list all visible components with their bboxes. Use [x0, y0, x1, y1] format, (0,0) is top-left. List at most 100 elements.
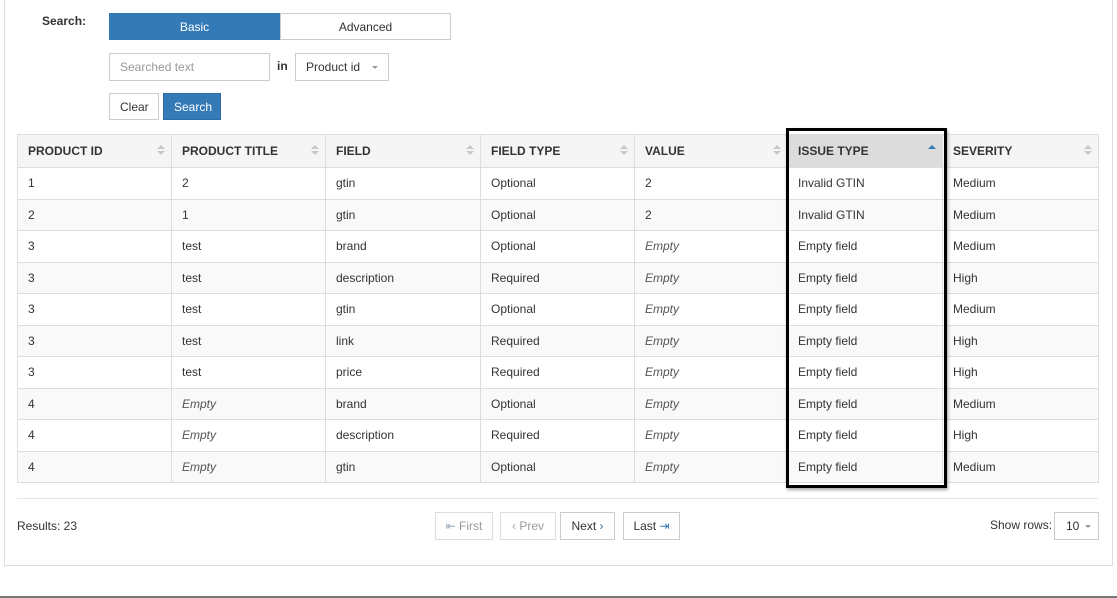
table-cell-field-type: Required — [480, 324, 635, 357]
sort-icon[interactable] — [311, 145, 319, 157]
table-cell-product-id: 4 — [17, 450, 172, 483]
table-cell-issue-type: Invalid GTIN — [787, 198, 943, 231]
table-cell-field-type: Optional — [480, 293, 635, 326]
column-header-field-type[interactable]: FIELD TYPE — [480, 134, 635, 168]
table-cell-product-id: 4 — [17, 387, 172, 420]
table-cell-product-id: 1 — [17, 167, 172, 200]
search-field-value: Product id — [306, 60, 361, 74]
table-cell-severity: High — [942, 419, 1099, 452]
table-cell-product-title: 2 — [171, 167, 326, 200]
table-cell-product-title: 1 — [171, 198, 326, 231]
column-header-label: FIELD TYPE — [491, 144, 561, 158]
next-page-button[interactable]: Next › — [560, 512, 615, 540]
results-count: Results: 23 — [17, 519, 78, 533]
table-cell-severity: Medium — [942, 167, 1099, 200]
chevron-left-icon: ‹ — [511, 519, 516, 533]
column-header-product-title[interactable]: PRODUCT TITLE — [171, 134, 326, 168]
table-header-row: PRODUCT ID PRODUCT TITLE FIELD FIELD TYPE VA… — [17, 134, 1099, 168]
table-cell-issue-type: Empty field — [787, 450, 943, 483]
column-header-product-id[interactable]: PRODUCT ID — [17, 134, 172, 168]
first-page-icon: ⇤ — [445, 519, 456, 533]
table-row: 1 2 gtin Optional 2 Invalid GTIN Medium — [17, 167, 1099, 200]
in-label: in — [277, 59, 288, 73]
footer-divider — [17, 498, 1098, 499]
table-cell-product-id: 3 — [17, 293, 172, 326]
column-header-field[interactable]: FIELD — [325, 134, 481, 168]
table-cell-product-title: test — [171, 356, 326, 389]
column-header-label: SEVERITY — [953, 144, 1013, 158]
table-cell-field: gtin — [325, 167, 481, 200]
sort-icon[interactable] — [466, 145, 474, 157]
table-row: 3 test description Required Empty Empty field… — [17, 261, 1099, 294]
last-page-label: Last — [633, 519, 657, 533]
chevron-down-icon — [372, 65, 379, 69]
search-field-select[interactable]: Product id — [295, 53, 389, 81]
table-cell-value: Empty — [634, 356, 788, 389]
search-mode-toggle: Basic Advanced — [109, 13, 451, 40]
table-cell-value: 2 — [634, 198, 788, 231]
last-page-button[interactable]: Last ⇥ — [623, 512, 680, 540]
table-cell-product-title: test — [171, 293, 326, 326]
issues-table: PRODUCT ID PRODUCT TITLE FIELD FIELD TYPE VA… — [17, 134, 1099, 483]
table-cell-product-title: test — [171, 230, 326, 263]
sort-ascending-icon[interactable] — [928, 145, 936, 157]
table-cell-severity: Medium — [942, 450, 1099, 483]
table-cell-value: Empty — [634, 324, 788, 357]
table-cell-product-title: test — [171, 324, 326, 357]
table-cell-value: Empty — [634, 387, 788, 420]
table-cell-severity: High — [942, 356, 1099, 389]
column-header-label: ISSUE TYPE — [798, 144, 869, 158]
table-cell-field-type: Optional — [480, 198, 635, 231]
table-cell-product-id: 4 — [17, 419, 172, 452]
prev-page-button[interactable]: ‹ Prev — [500, 512, 556, 540]
last-page-icon: ⇥ — [659, 519, 670, 533]
table-cell-product-id: 3 — [17, 356, 172, 389]
table-cell-issue-type: Empty field — [787, 324, 943, 357]
table-cell-value: Empty — [634, 293, 788, 326]
table-row: 3 test gtin Optional Empty Empty field Medium — [17, 293, 1099, 326]
table-cell-product-title: Empty — [171, 419, 326, 452]
table-cell-product-title: Empty — [171, 450, 326, 483]
sort-icon[interactable] — [157, 145, 165, 157]
search-button[interactable]: Search — [163, 93, 221, 120]
table-row: 4 Empty gtin Optional Empty Empty field Medium — [17, 450, 1099, 483]
search-label: Search: — [42, 14, 87, 28]
table-cell-field-type: Optional — [480, 387, 635, 420]
table-cell-issue-type: Invalid GTIN — [787, 167, 943, 200]
chevron-down-icon — [1085, 524, 1092, 528]
column-header-value[interactable]: VALUE — [634, 134, 788, 168]
table-cell-product-title: Empty — [171, 387, 326, 420]
table-cell-field: description — [325, 261, 481, 294]
clear-button[interactable]: Clear — [109, 93, 159, 120]
table-cell-severity: Medium — [942, 387, 1099, 420]
column-header-severity[interactable]: SEVERITY — [942, 134, 1099, 168]
basic-mode-button[interactable]: Basic — [109, 13, 280, 40]
table-cell-value: Empty — [634, 261, 788, 294]
table-row: 4 Empty brand Optional Empty Empty field Mediu… — [17, 387, 1099, 420]
table-cell-field: brand — [325, 387, 481, 420]
table-cell-severity: Medium — [942, 230, 1099, 263]
search-input[interactable] — [109, 53, 270, 81]
table-row: 3 test price Required Empty Empty field High — [17, 356, 1099, 389]
table-cell-field: link — [325, 324, 481, 357]
column-header-label: FIELD — [336, 144, 371, 158]
show-rows-select[interactable]: 10 — [1054, 512, 1099, 540]
sort-icon[interactable] — [1084, 145, 1092, 157]
first-page-label: First — [459, 519, 483, 533]
column-header-issue-type[interactable]: ISSUE TYPE — [787, 134, 943, 168]
chevron-right-icon: › — [599, 519, 604, 533]
column-header-label: PRODUCT TITLE — [182, 144, 278, 158]
table-cell-product-id: 2 — [17, 198, 172, 231]
table-cell-field-type: Required — [480, 419, 635, 452]
next-page-label: Next — [571, 519, 597, 533]
prev-page-label: Prev — [519, 519, 545, 533]
table-cell-issue-type: Empty field — [787, 387, 943, 420]
sort-icon[interactable] — [620, 145, 628, 157]
table-cell-product-id: 3 — [17, 230, 172, 263]
column-header-label: VALUE — [645, 144, 685, 158]
advanced-mode-button[interactable]: Advanced — [280, 13, 451, 40]
table-row: 3 test link Required Empty Empty field High — [17, 324, 1099, 357]
table-row: 2 1 gtin Optional 2 Invalid GTIN Medium — [17, 198, 1099, 231]
first-page-button[interactable]: ⇤ First — [435, 512, 493, 540]
sort-icon[interactable] — [773, 145, 781, 157]
